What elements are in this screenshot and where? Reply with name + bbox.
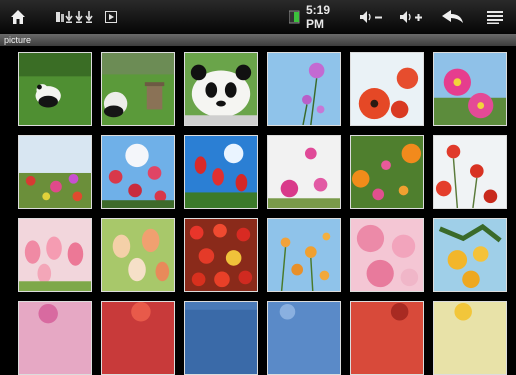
play-icon[interactable] xyxy=(104,0,118,34)
menu-icon[interactable] xyxy=(486,0,504,34)
thumbnail-red-partial[interactable] xyxy=(101,301,175,375)
thumbnail-flower-field[interactable] xyxy=(18,135,92,209)
thumbnail-red-partial-2[interactable] xyxy=(350,301,424,375)
thumbnail-flower-sky[interactable] xyxy=(267,52,341,126)
thumbnail-pink-partial[interactable] xyxy=(18,301,92,375)
thumbnail-tulips-green[interactable] xyxy=(101,218,175,292)
volume-up-icon[interactable] xyxy=(398,0,426,34)
page-title: picture xyxy=(4,35,32,45)
thumbnail-panda-closeup[interactable] xyxy=(184,52,258,126)
status-bar: 5:19 PM xyxy=(0,0,516,34)
thumbnail-yellow-partial[interactable] xyxy=(433,301,507,375)
thumbnail-yellow-flowers[interactable] xyxy=(433,218,507,292)
clock-time: 5:19 PM xyxy=(306,3,331,31)
download-icon[interactable] xyxy=(56,0,104,34)
thumbnail-red-poppies-white[interactable] xyxy=(433,135,507,209)
thumbnail-orange-flowers[interactable] xyxy=(350,135,424,209)
thumbnail-blue-partial-2[interactable] xyxy=(267,301,341,375)
thumbnail-red-flowers-sun[interactable] xyxy=(101,135,175,209)
thumbnail-orange-sky-flowers[interactable] xyxy=(267,218,341,292)
thumbnail-white-pink-flowers[interactable] xyxy=(267,135,341,209)
thumbnail-panda-grass-2[interactable] xyxy=(101,52,175,126)
thumbnail-grid xyxy=(0,46,516,375)
battery-icon xyxy=(288,0,302,34)
thumbnail-red-tulips[interactable] xyxy=(184,218,258,292)
thumbnail-pink-flowers[interactable] xyxy=(433,52,507,126)
thumbnail-blue-partial[interactable] xyxy=(184,301,258,375)
thumbnail-pink-tulips[interactable] xyxy=(18,218,92,292)
title-bar: picture xyxy=(0,34,516,46)
home-icon[interactable] xyxy=(8,0,28,34)
thumbnail-panda-grass[interactable] xyxy=(18,52,92,126)
volume-down-icon[interactable] xyxy=(358,0,386,34)
thumbnail-tulips-blue-sky[interactable] xyxy=(184,135,258,209)
thumbnail-red-poppies[interactable] xyxy=(350,52,424,126)
back-arrow-icon[interactable] xyxy=(440,0,466,34)
thumbnail-pink-blossoms[interactable] xyxy=(350,218,424,292)
